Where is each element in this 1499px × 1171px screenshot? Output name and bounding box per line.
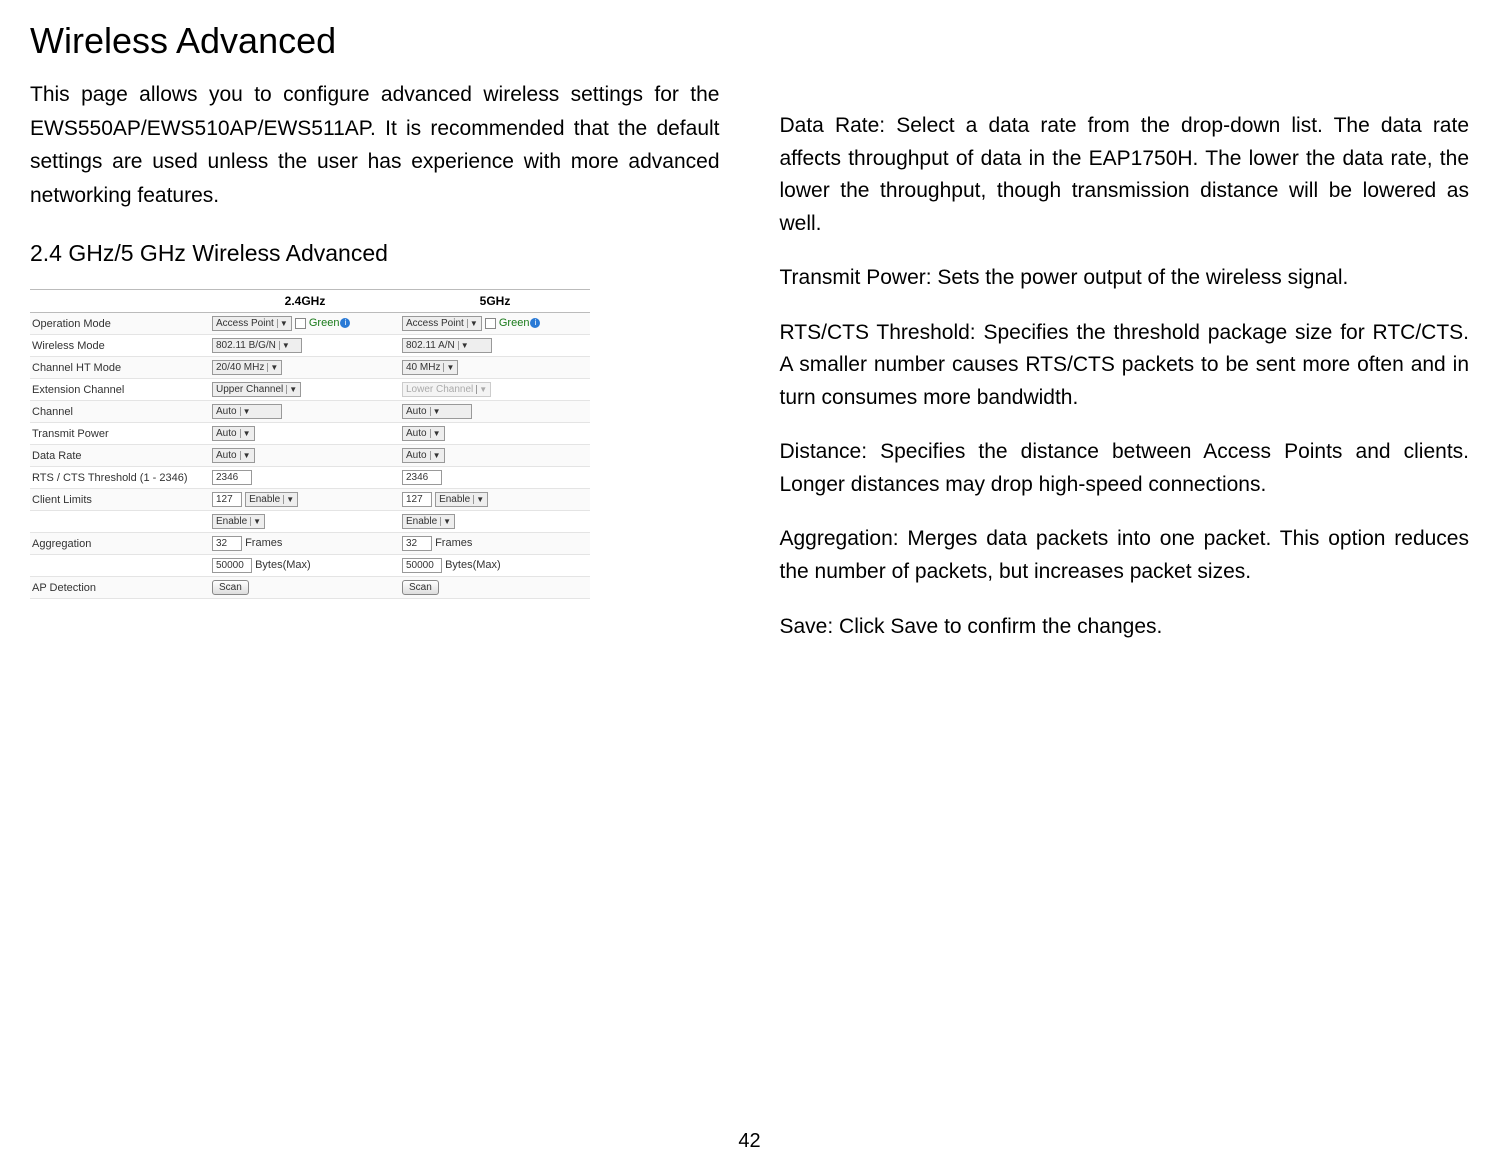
agg-bytes-24-input[interactable]: 50000: [212, 558, 252, 573]
chevron-down-icon: ▼: [279, 341, 290, 350]
transmit-power-desc: Transmit Power: Sets the power output of…: [780, 262, 1470, 295]
agg-frames-5-input[interactable]: 32: [402, 536, 432, 551]
client-limits-24-input[interactable]: 127: [212, 492, 242, 507]
chevron-down-icon: ▼: [430, 451, 441, 460]
chevron-down-icon: ▼: [467, 319, 478, 328]
channel-24-select[interactable]: Auto▼: [212, 404, 282, 419]
chevron-down-icon: ▼: [430, 429, 441, 438]
agg-bytes-5-input[interactable]: 50000: [402, 558, 442, 573]
green-label-5: Green: [499, 317, 530, 329]
row-label-ext-channel: Extension Channel: [30, 379, 210, 401]
row-label-rts-cts: RTS / CTS Threshold (1 - 2346): [30, 467, 210, 489]
client-limits-5-select[interactable]: Enable▼: [435, 492, 488, 507]
green-checkbox-24[interactable]: [295, 318, 306, 329]
data-rate-desc: Data Rate: Select a data rate from the d…: [780, 110, 1470, 240]
chevron-down-icon: ▼: [476, 385, 487, 394]
channel-5-select[interactable]: Auto▼: [402, 404, 472, 419]
client-limits-5-input[interactable]: 127: [402, 492, 432, 507]
aggregation-desc: Aggregation: Merges data packets into on…: [780, 523, 1470, 588]
rts-24-input[interactable]: 2346: [212, 470, 252, 485]
section-heading: 2.4 GHz/5 GHz Wireless Advanced: [30, 240, 720, 267]
row-label-client-limits: Client Limits: [30, 489, 210, 511]
row-label-tx-power: Transmit Power: [30, 423, 210, 445]
client-limits-24-select2[interactable]: Enable▼: [212, 514, 265, 529]
green-checkbox-5[interactable]: [485, 318, 496, 329]
ext-channel-5-select[interactable]: Lower Channel▼: [402, 382, 491, 397]
operation-mode-5-select[interactable]: Access Point▼: [402, 316, 482, 331]
chevron-down-icon: ▼: [458, 341, 469, 350]
ht-mode-24-select[interactable]: 20/40 MHz▼: [212, 360, 282, 375]
chevron-down-icon: ▼: [283, 495, 294, 504]
info-icon[interactable]: i: [530, 318, 540, 328]
col-5ghz: 5GHz: [400, 290, 590, 313]
chevron-down-icon: ▼: [277, 319, 288, 328]
chevron-down-icon: ▼: [240, 407, 251, 416]
client-limits-5-select2[interactable]: Enable▼: [402, 514, 455, 529]
intro-paragraph: This page allows you to configure advanc…: [30, 78, 720, 212]
operation-mode-24-select[interactable]: Access Point▼: [212, 316, 292, 331]
wireless-settings-table: 2.4GHz 5GHz Operation Mode Access Point▼…: [30, 289, 590, 599]
col-24ghz: 2.4GHz: [210, 290, 400, 313]
ht-mode-5-select[interactable]: 40 MHz▼: [402, 360, 458, 375]
chevron-down-icon: ▼: [473, 495, 484, 504]
tx-power-24-select[interactable]: Auto▼: [212, 426, 255, 441]
page-title: Wireless Advanced: [30, 20, 720, 62]
row-label-data-rate: Data Rate: [30, 445, 210, 467]
wireless-mode-24-select[interactable]: 802.11 B/G/N▼: [212, 338, 302, 353]
chevron-down-icon: ▼: [286, 385, 297, 394]
row-label-ap-detection: AP Detection: [30, 577, 210, 599]
row-label-channel: Channel: [30, 401, 210, 423]
row-label-operation-mode: Operation Mode: [30, 313, 210, 335]
rts-cts-desc: RTS/CTS Threshold: Specifies the thresho…: [780, 317, 1470, 415]
bytes-unit: Bytes(Max): [255, 559, 311, 571]
frames-unit: Frames: [245, 537, 282, 549]
chevron-down-icon: ▼: [267, 363, 278, 372]
tx-power-5-select[interactable]: Auto▼: [402, 426, 445, 441]
agg-frames-24-input[interactable]: 32: [212, 536, 242, 551]
chevron-down-icon: ▼: [240, 429, 251, 438]
rts-5-input[interactable]: 2346: [402, 470, 442, 485]
scan-button-5[interactable]: Scan: [402, 580, 439, 595]
row-label-aggregation: Aggregation: [30, 533, 210, 555]
green-label-24: Green: [309, 317, 340, 329]
save-desc: Save: Click Save to confirm the changes.: [780, 611, 1470, 644]
chevron-down-icon: ▼: [240, 451, 251, 460]
scan-button-24[interactable]: Scan: [212, 580, 249, 595]
data-rate-5-select[interactable]: Auto▼: [402, 448, 445, 463]
page-number: 42: [0, 1130, 1499, 1153]
distance-desc: Distance: Specifies the distance between…: [780, 436, 1470, 501]
client-limits-24-select[interactable]: Enable▼: [245, 492, 298, 507]
ext-channel-24-select[interactable]: Upper Channel▼: [212, 382, 301, 397]
row-label-ht-mode: Channel HT Mode: [30, 357, 210, 379]
chevron-down-icon: ▼: [430, 407, 441, 416]
info-icon[interactable]: i: [340, 318, 350, 328]
row-label-wireless-mode: Wireless Mode: [30, 335, 210, 357]
frames-unit: Frames: [435, 537, 472, 549]
chevron-down-icon: ▼: [440, 517, 451, 526]
data-rate-24-select[interactable]: Auto▼: [212, 448, 255, 463]
wireless-mode-5-select[interactable]: 802.11 A/N▼: [402, 338, 492, 353]
bytes-unit: Bytes(Max): [445, 559, 501, 571]
chevron-down-icon: ▼: [250, 517, 261, 526]
chevron-down-icon: ▼: [443, 363, 454, 372]
